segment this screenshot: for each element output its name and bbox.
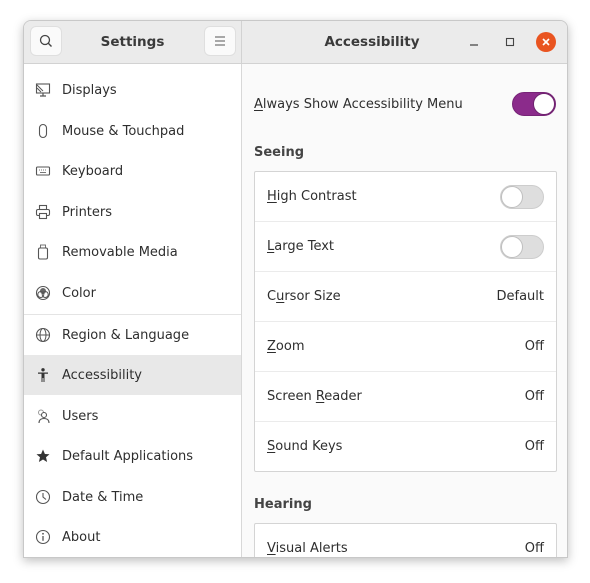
- zoom-row[interactable]: Zoom Off: [255, 322, 556, 372]
- switch-knob: [533, 93, 555, 115]
- switch-knob: [501, 235, 523, 258]
- sidebar-item-printers[interactable]: Printers: [24, 192, 241, 232]
- hearing-heading: Hearing: [254, 497, 312, 512]
- high-contrast-switch[interactable]: [500, 184, 544, 209]
- visual-alerts-value: Off: [524, 541, 544, 556]
- printer-icon: [35, 204, 51, 220]
- color-icon: [35, 285, 51, 301]
- sidebar: Displays Mouse & Touchpad Keyboard Print…: [24, 64, 242, 557]
- visual-alerts-row[interactable]: Visual Alerts Off: [255, 524, 556, 557]
- sidebar-item-mouse-touchpad[interactable]: Mouse & Touchpad: [24, 111, 241, 151]
- sidebar-item-label: Displays: [62, 82, 117, 98]
- switch-knob: [501, 185, 523, 208]
- sidebar-item-label: Color: [62, 285, 96, 301]
- mouse-icon: [35, 123, 51, 139]
- clock-icon: [35, 489, 51, 505]
- screen-reader-value: Off: [524, 389, 544, 404]
- hamburger-icon: [215, 36, 225, 46]
- usb-drive-icon: [35, 244, 51, 260]
- cursor-size-value: Default: [496, 289, 545, 304]
- sidebar-item-label: Accessibility: [62, 367, 142, 383]
- zoom-label: Zoom: [267, 339, 305, 354]
- screen-reader-row[interactable]: Screen Reader Off: [255, 372, 556, 422]
- sidebar-item-label: Removable Media: [62, 244, 178, 260]
- sidebar-item-label: Date & Time: [62, 489, 144, 505]
- sidebar-item-removable-media[interactable]: Removable Media: [24, 232, 241, 272]
- sidebar-item-date-time[interactable]: Date & Time: [24, 477, 241, 517]
- minimize-button[interactable]: [464, 32, 484, 52]
- sidebar-item-label: Region & Language: [62, 327, 190, 343]
- menu-button[interactable]: [205, 27, 235, 55]
- seeing-heading: Seeing: [254, 145, 305, 160]
- sidebar-header: Settings: [24, 21, 242, 63]
- zoom-value: Off: [524, 339, 544, 354]
- panel-title: Accessibility: [324, 34, 420, 50]
- sidebar-item-label: Users: [62, 408, 99, 424]
- sound-keys-row[interactable]: Sound Keys Off: [255, 422, 556, 471]
- cursor-size-row[interactable]: Cursor Size Default: [255, 272, 556, 322]
- cursor-size-label: Cursor Size: [267, 289, 341, 304]
- users-icon: [35, 408, 51, 424]
- seeing-list: High Contrast Large Text Cursor Size Def…: [254, 171, 557, 472]
- sidebar-item-label: Default Applications: [62, 448, 194, 464]
- hearing-list: Visual Alerts Off: [254, 523, 557, 557]
- sidebar-item-region-language[interactable]: Region & Language: [24, 315, 241, 355]
- sidebar-item-label: About: [62, 529, 101, 545]
- sidebar-item-displays[interactable]: Displays: [24, 70, 241, 110]
- sidebar-item-label: Printers: [62, 204, 113, 220]
- visual-alerts-label: Visual Alerts: [267, 541, 348, 556]
- maximize-button[interactable]: [500, 32, 520, 52]
- sidebar-item-color[interactable]: Color: [24, 273, 241, 313]
- keyboard-icon: [35, 163, 51, 179]
- screen-reader-label: Screen Reader: [267, 389, 362, 404]
- close-button[interactable]: [536, 32, 556, 52]
- maximize-icon: [505, 37, 515, 47]
- accessibility-panel: Always Show Accessibility Menu Seeing Hi…: [242, 64, 567, 557]
- sidebar-item-users[interactable]: Users: [24, 396, 241, 436]
- always-show-menu-row[interactable]: Always Show Accessibility Menu: [254, 88, 556, 120]
- always-show-menu-switch[interactable]: [512, 92, 556, 116]
- sidebar-item-accessibility[interactable]: Accessibility: [24, 355, 241, 395]
- sidebar-item-label: Keyboard: [62, 163, 124, 179]
- large-text-label: Large Text: [267, 239, 335, 254]
- settings-window: Settings Accessibility Displays Mouse & …: [23, 20, 568, 558]
- sound-keys-value: Off: [524, 439, 544, 454]
- sidebar-item-label: Mouse & Touchpad: [62, 123, 185, 139]
- high-contrast-label: High Contrast: [267, 189, 357, 204]
- sidebar-item-default-applications[interactable]: Default Applications: [24, 436, 241, 476]
- info-icon: [35, 529, 51, 545]
- large-text-row[interactable]: Large Text: [255, 222, 556, 272]
- accessibility-icon: [35, 367, 51, 383]
- close-icon: [542, 38, 550, 46]
- high-contrast-row[interactable]: High Contrast: [255, 172, 556, 222]
- globe-icon: [35, 327, 51, 343]
- sound-keys-label: Sound Keys: [267, 439, 343, 454]
- minimize-icon: [470, 44, 478, 46]
- display-icon: [35, 82, 51, 98]
- star-icon: [35, 448, 51, 464]
- always-show-menu-label: Always Show Accessibility Menu: [254, 96, 463, 112]
- header-bar: Settings Accessibility: [24, 21, 567, 64]
- sidebar-item-keyboard[interactable]: Keyboard: [24, 151, 241, 191]
- large-text-switch[interactable]: [500, 234, 544, 259]
- sidebar-item-about[interactable]: About: [24, 517, 241, 557]
